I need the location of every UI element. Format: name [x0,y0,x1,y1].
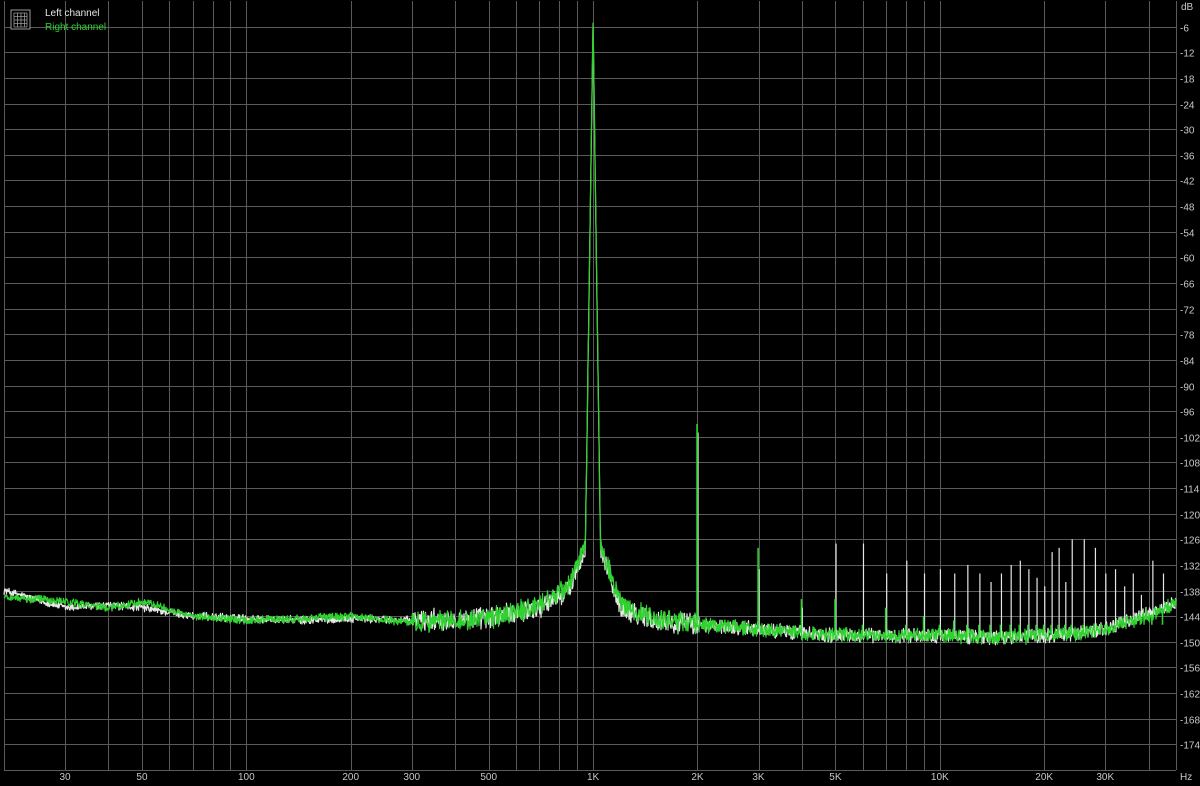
legend-item-left-channel: Left channel [45,8,100,19]
y-tick-label: -42 [1180,177,1195,188]
x-tick-label: 10K [931,772,949,783]
y-tick-label: -18 [1180,75,1195,86]
y-tick-label: -102 [1180,434,1200,445]
y-tick-label: -72 [1180,306,1195,317]
y-tick-label: -144 [1180,613,1200,624]
y-tick-label: -156 [1180,664,1200,675]
y-tick-label: -150 [1180,639,1200,650]
x-tick-label: 200 [342,772,359,783]
x-tick-label: 2K [691,772,704,783]
y-tick-label: -120 [1180,511,1200,522]
x-tick-label: 50 [136,772,148,783]
y-tick-label: -36 [1180,152,1195,163]
y-tick-label: -78 [1180,331,1195,342]
x-tick-label: 1K [587,772,600,783]
y-tick-label: -174 [1180,741,1200,752]
x-axis-unit-label: Hz [1180,772,1192,783]
y-tick-label: -24 [1180,101,1195,112]
x-tick-label: 500 [480,772,497,783]
y-tick-label: -138 [1180,588,1200,599]
y-tick-label: -168 [1180,716,1200,727]
y-tick-label: -84 [1180,357,1195,368]
plot-background [0,0,1200,786]
x-tick-label: 300 [403,772,420,783]
x-tick-label: 30 [59,772,71,783]
legend-item-right-channel: Right channel [45,22,106,33]
x-tick-label: 5K [829,772,842,783]
x-tick-label: 30K [1096,772,1114,783]
spectrum-chart: -6 -12 -18 -24 -30 -36 -42 -48 -54 -60 -66 -72 -78 -8… [0,0,1200,786]
y-axis-unit-label: dB [1181,2,1194,13]
x-tick-label: 20K [1035,772,1053,783]
y-tick-label: -162 [1180,690,1200,701]
y-tick-label: -54 [1180,229,1195,240]
y-tick-label: -12 [1180,49,1195,60]
y-tick-label: -66 [1180,280,1195,291]
y-tick-label: -48 [1180,203,1195,214]
y-tick-label: -60 [1180,254,1195,265]
y-tick-label: -132 [1180,562,1200,573]
y-tick-label: -30 [1180,126,1195,137]
grid-icon [10,9,31,30]
x-tick-label: 3K [752,772,765,783]
y-tick-label: -114 [1180,485,1200,496]
x-tick-label: 100 [238,772,255,783]
y-tick-label: -108 [1180,459,1200,470]
y-tick-label: -96 [1180,408,1195,419]
y-tick-label: -126 [1180,536,1200,547]
y-tick-label: -90 [1180,383,1195,394]
y-tick-label: -6 [1180,24,1189,35]
